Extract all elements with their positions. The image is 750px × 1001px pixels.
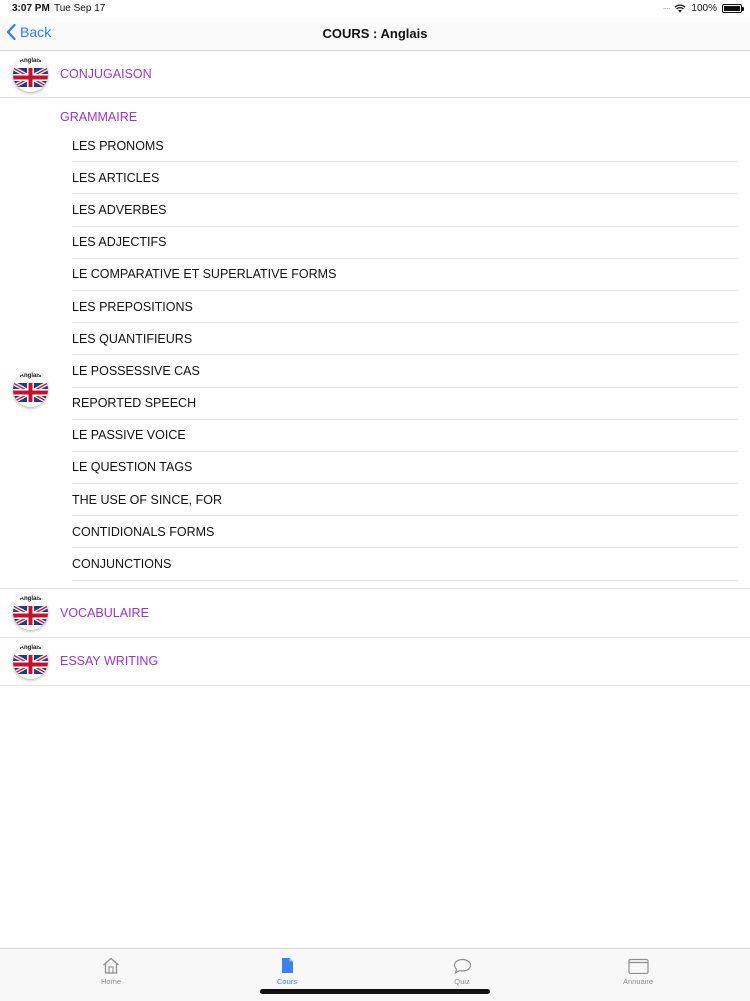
list-item-label: LES ADJECTIFS [72,235,167,250]
folder-icon [627,958,649,974]
home-indicator[interactable] [260,989,490,994]
document-icon [281,958,293,973]
list-item[interactable]: LE QUESTION TAGS [72,452,738,485]
list-item-label: LES QUANTIFIEURS [72,331,193,346]
list-item[interactable]: LE COMPARATIVE ET SUPERLATIVE FORMS [72,259,738,291]
list-item[interactable]: CONJUNCTIONS [72,548,738,581]
list-item-label: LE COMPARATIVE ET SUPERLATIVE FORMS [72,267,337,282]
list-item[interactable]: REPORTED SPEECH [72,388,738,420]
section-header[interactable]: Anglais CONJUGAISON [0,51,750,97]
list-item[interactable]: LES ADVERBES [72,194,738,227]
section-label: GRAMMAIRE [60,110,138,124]
status-right: ···· 100% [662,3,744,14]
flag-caption: Anglais [19,57,42,64]
section-grammaire[interactable]: GRAMMAIRE Anglais LES PRONOMS LES ARTICL… [0,98,750,589]
section-label: VOCABULAIRE [60,605,149,620]
section-header[interactable]: GRAMMAIRE [0,98,750,130]
uk-flag-icon: Anglais [13,643,48,679]
list-item-label: LE QUESTION TAGS [72,460,193,475]
section-conjugaison[interactable]: Anglais CONJUGAISON [0,51,750,98]
status-date: Tue Sep 17 [54,3,106,14]
list-item[interactable]: LE POSSESSIVE CAS [72,355,738,388]
list-item-label: LE POSSESSIVE CAS [72,363,200,378]
tab-label: Annuaire [622,977,654,986]
tab-annuaire[interactable]: Annuaire [598,954,678,986]
list-item-label: LES PRONOMS [72,138,164,153]
flag-caption: Anglais [19,644,42,651]
uk-flag-icon: Anglais [13,56,48,92]
list-item[interactable]: LES QUANTIFIEURS [72,323,738,356]
uk-flag-icon: Anglais [13,595,48,631]
list-item-label: THE USE OF SINCE, FOR [72,492,223,507]
list-item[interactable]: LES PREPOSITIONS [72,291,738,324]
list-item[interactable]: LES PRONOMS [72,130,738,163]
list-item-label: LES ARTICLES [72,170,160,185]
grammar-sublist: LES PRONOMS LES ARTICLES LES ADVERBES LE… [72,130,738,581]
tab-label: Home [100,977,121,986]
section-label: ESSAY WRITING [60,654,159,669]
list-item-label: LE PASSIVE VOICE [72,428,186,443]
home-icon [103,957,119,974]
list-item-label: REPORTED SPEECH [72,396,197,411]
tab-label: Quiz [454,977,470,986]
battery-percent: 100% [691,3,717,14]
page-title: COURS : Anglais [322,26,428,41]
section-header[interactable]: Anglais VOCABULAIRE [0,589,750,637]
tab-cours[interactable]: Cours [247,954,327,986]
list-item-label: LES PREPOSITIONS [72,299,193,314]
flag-caption: Anglais [19,373,42,379]
list-item[interactable]: LES ADJECTIFS [72,227,738,259]
course-list: Anglais CONJUGAISON GRAMMAIRE Anglais LE… [0,51,750,686]
tab-label: Cours [276,977,297,986]
tab-quiz[interactable]: Quiz [422,954,502,986]
section-vocabulaire[interactable]: Anglais VOCABULAIRE [0,589,750,638]
cellular-dots-icon: ···· [662,4,671,13]
section-essay-writing[interactable]: Anglais ESSAY WRITING [0,638,750,686]
chat-bubble-icon [453,958,471,974]
list-item[interactable]: LE PASSIVE VOICE [72,420,738,452]
list-item-label: LES ADVERBES [72,202,167,217]
wifi-icon [674,4,686,13]
uk-flag-icon: Anglais [13,372,48,407]
flag-caption: Anglais [19,596,42,603]
list-item-label: CONTIDIONALS FORMS [72,524,215,539]
status-time: 3:07 PM [12,3,50,14]
battery-icon [722,4,744,13]
list-item[interactable]: LES ARTICLES [72,162,738,195]
list-item-label: CONJUNCTIONS [72,557,172,572]
section-header[interactable]: Anglais ESSAY WRITING [0,638,750,685]
tab-home[interactable]: Home [71,954,151,986]
list-item[interactable]: THE USE OF SINCE, FOR [72,484,738,517]
section-label: CONJUGAISON [60,67,152,81]
navigation-bar: Back COURS : Anglais [0,18,750,51]
status-bar: 3:07 PM Tue Sep 17 ···· 100% [0,0,750,18]
list-item[interactable]: CONTIDIONALS FORMS [72,516,738,549]
